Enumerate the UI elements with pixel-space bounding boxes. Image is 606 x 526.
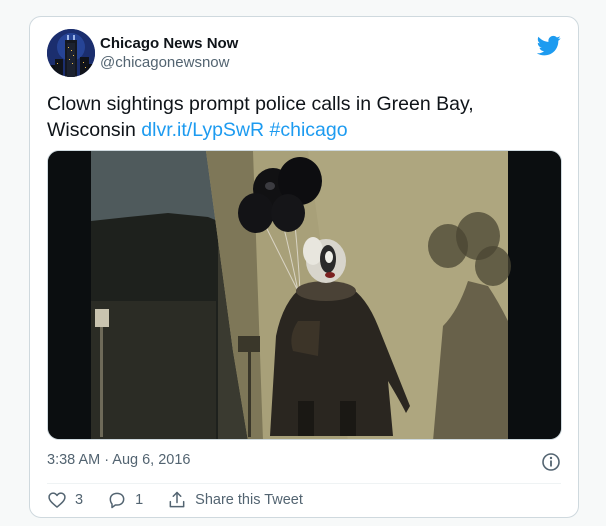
- reply-bubble-icon: [109, 492, 125, 509]
- reply-count: 1: [135, 492, 144, 508]
- like-count: 3: [75, 492, 84, 508]
- tweet-text: Clown sightings prompt police calls in G…: [47, 91, 547, 143]
- heart-icon: [48, 492, 66, 508]
- tweet-link[interactable]: dlvr.it/LypSwR: [141, 119, 264, 141]
- tweet-card: Chicago News Now @chicagonewsnow Clown s…: [29, 16, 579, 518]
- divider: [47, 483, 561, 484]
- like-button[interactable]: 3: [47, 490, 83, 510]
- author-display-name[interactable]: Chicago News Now: [100, 35, 238, 53]
- tweet-actions: 3 1 Share this Tweet: [47, 488, 303, 512]
- tweet-media-photo[interactable]: [47, 150, 562, 440]
- tweet-header: Chicago News Now @chicagonewsnow: [47, 29, 561, 81]
- author-handle[interactable]: @chicagonewsnow: [100, 53, 238, 73]
- author-avatar[interactable]: [47, 29, 95, 77]
- photo-clown-with-balloons: [48, 151, 561, 439]
- reply-button[interactable]: 1: [107, 490, 143, 510]
- info-icon[interactable]: [541, 452, 561, 472]
- tweet-timestamp[interactable]: 3:38 AM · Aug 6, 2016: [47, 452, 191, 468]
- tweet-hashtag[interactable]: #chicago: [270, 119, 348, 141]
- twitter-bird-icon[interactable]: [536, 33, 561, 57]
- share-label: Share this Tweet: [195, 492, 303, 508]
- author-names: Chicago News Now @chicagonewsnow: [100, 35, 238, 73]
- share-icon: [169, 491, 185, 508]
- tweet-meta: 3:38 AM · Aug 6, 2016: [47, 452, 561, 472]
- share-button[interactable]: Share this Tweet: [167, 490, 303, 510]
